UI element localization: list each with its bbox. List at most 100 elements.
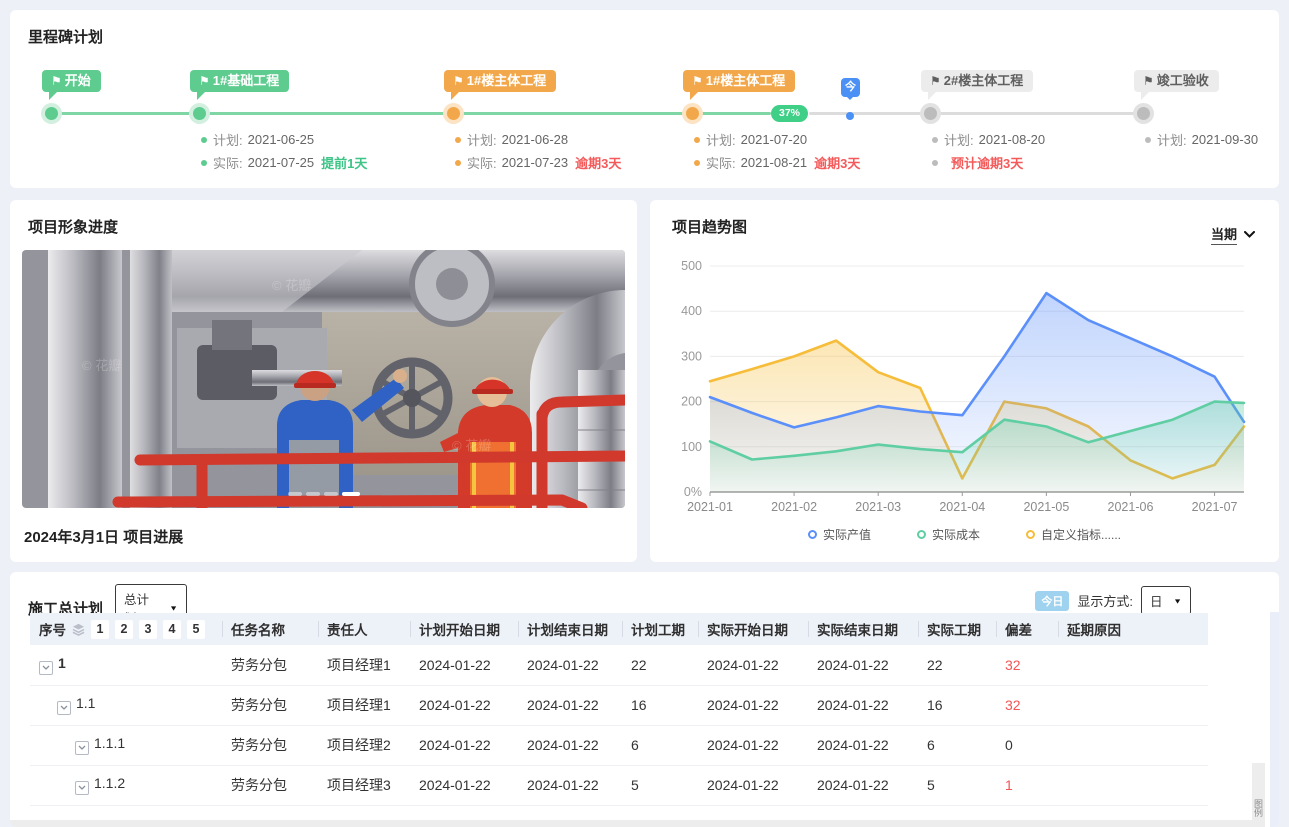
detail-bullet [694, 137, 700, 143]
project-trend-title: 项目趋势图 [672, 216, 747, 237]
level-chip-5[interactable]: 5 [187, 620, 205, 639]
level-chip-4[interactable]: 4 [163, 620, 181, 639]
legend-item[interactable]: 实际成本 [917, 526, 980, 543]
cell-plan_start: 2024-01-22 [410, 765, 518, 805]
level-chip-3[interactable]: 3 [139, 620, 157, 639]
carousel-dot[interactable] [324, 492, 338, 496]
legend-item[interactable]: 自定义指标...... [1026, 526, 1121, 543]
period-selector[interactable]: 当期 [1211, 224, 1255, 245]
cell-delay_reason [1058, 725, 1208, 765]
cell-act_end: 2024-01-22 [808, 725, 918, 765]
display-mode-select[interactable]: 日 ▼ [1141, 586, 1191, 615]
column-header-2: 责任人 [318, 613, 410, 645]
milestone-plan-title: 里程碑计划 [28, 26, 103, 47]
svg-text:2021-04: 2021-04 [939, 500, 985, 514]
detail-bullet [201, 160, 207, 166]
column-header-4: 计划结束日期 [518, 613, 622, 645]
cell-plan_start: 2024-01-22 [410, 645, 518, 685]
milestone-label: ⚑1#基础工程 [190, 70, 289, 92]
detail-bullet [455, 160, 461, 166]
today-button[interactable]: 今日 [1035, 591, 1069, 611]
legend-label: 实际成本 [932, 526, 980, 543]
carousel-dot[interactable] [288, 492, 302, 496]
cell-task: 劳务分包 [222, 685, 318, 725]
milestone-status: 逾期3天 [814, 153, 860, 172]
cell-act_days: 6 [918, 725, 996, 765]
column-header-6: 实际开始日期 [698, 613, 808, 645]
chevron-down-icon [1244, 231, 1255, 238]
legend-marker [808, 530, 817, 539]
milestone-label: ⚑1#楼主体工程 [444, 70, 556, 92]
detail-bullet [455, 137, 461, 143]
carousel-dot[interactable] [306, 492, 320, 496]
cell-delay_reason [1058, 765, 1208, 805]
svg-text:400: 400 [681, 304, 702, 318]
expand-toggle[interactable] [39, 661, 53, 675]
expand-toggle[interactable] [75, 781, 89, 795]
photo-carousel: © 花瓣 © 花瓣 © 花瓣 [22, 250, 625, 508]
column-header-7: 实际结束日期 [808, 613, 918, 645]
milestone-node [189, 103, 210, 124]
milestone-node [682, 103, 703, 124]
table-row: 1.1劳务分包项目经理12024-01-222024-01-22162024-0… [30, 685, 1208, 725]
cell-task: 劳务分包 [222, 765, 318, 805]
svg-text:2021-02: 2021-02 [771, 500, 817, 514]
level-chip-1[interactable]: 1 [91, 620, 109, 639]
cell-owner: 项目经理1 [318, 645, 410, 685]
milestone-status: 逾期3天 [575, 153, 621, 172]
legend-item[interactable]: 实际产值 [808, 526, 871, 543]
milestone-name: 1#楼主体工程 [706, 73, 785, 88]
flag-icon: ⚑ [453, 74, 464, 88]
trend-chart-legend: 实际产值 实际成本 自定义指标...... [650, 526, 1279, 543]
legend-label: 自定义指标...... [1041, 526, 1121, 543]
milestone-details: 计划:2021-09-30 [1145, 128, 1258, 151]
cell-plan_days: 16 [622, 685, 698, 725]
svg-text:2021-01: 2021-01 [687, 500, 733, 514]
progress-percent-pill: 37% [771, 105, 808, 122]
cell-no: 1.1 [30, 685, 222, 725]
flag-icon: ⚑ [1143, 74, 1154, 88]
milestone-label: ⚑竣工验收 [1134, 70, 1219, 92]
column-header-8: 实际工期 [918, 613, 996, 645]
milestone-label: ⚑2#楼主体工程 [921, 70, 1033, 92]
detail-bullet [932, 160, 938, 166]
display-mode-select-value: 日 [1150, 591, 1163, 610]
carousel-dot[interactable] [342, 492, 360, 496]
legend-label: 实际产值 [823, 526, 871, 543]
svg-text:2021-03: 2021-03 [855, 500, 901, 514]
cell-deviation: 0 [996, 725, 1058, 765]
column-header-3: 计划开始日期 [410, 613, 518, 645]
legend-marker [917, 530, 926, 539]
legend-side-tab[interactable]: 图例 [1252, 799, 1264, 817]
expand-toggle[interactable] [57, 701, 71, 715]
table-row: 1.1.2劳务分包项目经理32024-01-222024-01-2252024-… [30, 765, 1208, 805]
milestone-node [920, 103, 941, 124]
detail-bullet [932, 137, 938, 143]
milestone-node [1133, 103, 1154, 124]
cell-act_days: 5 [918, 765, 996, 805]
cell-deviation: 32 [996, 645, 1058, 685]
plan-card-tools: 今日 显示方式: 日 ▼ [1035, 586, 1191, 615]
cell-plan_start: 2024-01-22 [410, 685, 518, 725]
cell-act_start: 2024-01-22 [698, 645, 808, 685]
cell-owner: 项目经理1 [318, 685, 410, 725]
cell-act_days: 22 [918, 645, 996, 685]
select-caret-icon: ▼ [169, 604, 178, 612]
cell-act_start: 2024-01-22 [698, 725, 808, 765]
legend-marker [1026, 530, 1035, 539]
construction-plan-card: 施工总计划 总计划 ▼ 今日 显示方式: 日 ▼ 序号12345任务名称责任人计… [10, 572, 1279, 827]
expand-toggle[interactable] [75, 741, 89, 755]
cell-plan_start: 2024-01-22 [410, 725, 518, 765]
svg-text:© 花瓣: © 花瓣 [82, 358, 121, 373]
svg-text:500: 500 [681, 259, 702, 273]
svg-text:2021-06: 2021-06 [1108, 500, 1154, 514]
cell-act_start: 2024-01-22 [698, 685, 808, 725]
cell-act_start: 2024-01-22 [698, 765, 808, 805]
horizontal-scrollbar[interactable] [10, 820, 1265, 827]
progress-photo-illustration: © 花瓣 © 花瓣 © 花瓣 [22, 250, 625, 508]
column-header-0: 序号12345 [30, 613, 222, 645]
svg-text:2021-07: 2021-07 [1192, 500, 1238, 514]
column-header-1: 任务名称 [222, 613, 318, 645]
level-chip-2[interactable]: 2 [115, 620, 133, 639]
trend-chart-svg: 0%1002003004005002021-012021-022021-0320… [660, 248, 1269, 520]
